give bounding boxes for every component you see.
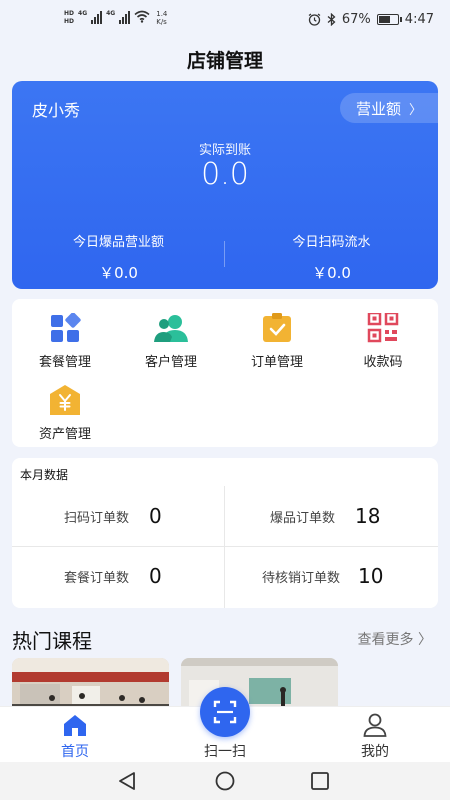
chevron-right-icon: 〉 (418, 632, 432, 648)
network-speed: 1.4 K/s (156, 10, 167, 26)
revenue-button[interactable]: 营业额 〉 (340, 93, 438, 123)
signal-icon (91, 10, 103, 24)
stat-pending-orders-value: 10 (358, 564, 384, 588)
battery-percent: 67% (341, 12, 371, 27)
speed-value: 1.4 (156, 10, 168, 18)
wifi-icon (134, 10, 150, 23)
stat-scan-orders-value: 0 (149, 504, 162, 528)
menu-item-package[interactable]: 套餐管理 (12, 313, 118, 370)
battery-icon (376, 14, 402, 25)
scan-button[interactable] (200, 687, 250, 737)
today-scan-flow-label: 今日扫码流水 (292, 235, 371, 250)
today-scan-flow-value: ￥0.0 (312, 264, 351, 282)
revenue-button-label: 营业额 (356, 99, 402, 118)
monthly-data-card: 本月数据 扫码订单数 0 爆品订单数 18 套餐订单数 0 待核销订单数 10 (12, 458, 438, 608)
user-profile-icon (363, 713, 387, 737)
menu-item-customer-label: 客户管理 (144, 355, 197, 370)
home-icon (64, 715, 86, 736)
speed-unit: K/s (156, 18, 167, 26)
hd-bottom: HD (64, 18, 75, 25)
stat-hot-orders[interactable]: 爆品订单数 18 (270, 504, 380, 528)
received-amount: 0.0 (201, 157, 249, 192)
hd-top: HD (64, 10, 75, 17)
see-more-label: 查看更多 (357, 632, 414, 648)
monthly-divider-horizontal (12, 546, 438, 547)
hot-courses-title: 热门课程 (12, 629, 92, 653)
bluetooth-icon (327, 13, 336, 26)
see-more-link[interactable]: 查看更多 〉 (358, 629, 432, 649)
back-icon[interactable] (119, 772, 135, 790)
network-type-1: 4G (78, 10, 88, 17)
stat-package-orders[interactable]: 套餐订单数 0 (64, 564, 162, 588)
tab-scan-label: 扫一扫 (204, 744, 246, 760)
recents-icon[interactable] (311, 772, 329, 790)
menu-item-asset[interactable]: 资产管理 (12, 385, 118, 442)
store-owner-name: 皮小秀 (32, 101, 81, 120)
package-grid-icon (51, 313, 81, 342)
today-hot-revenue-label: 今日爆品营业额 (72, 235, 164, 250)
management-menu: 套餐管理 客户管理 订单管理 收款码 资产管理 (12, 299, 438, 447)
scan-icon (213, 700, 237, 724)
customer-icon (154, 315, 188, 342)
status-left: HD HD 4G 4G 1.4 K/s (64, 10, 167, 26)
today-scan-flow: 今日扫码流水 ￥0.0 (225, 231, 438, 283)
monthly-divider-vertical (224, 486, 225, 608)
menu-item-order[interactable]: 订单管理 (224, 313, 330, 370)
stat-hot-orders-value: 18 (355, 504, 381, 528)
tab-home-label: 首页 (61, 744, 89, 760)
menu-item-customer[interactable]: 客户管理 (118, 313, 224, 370)
tab-mine[interactable]: 我的 (300, 707, 450, 763)
system-nav-buttons (119, 771, 329, 791)
battery-level (378, 16, 391, 23)
hd-indicator: HD HD (64, 10, 74, 26)
status-right: 67% 4:47 (308, 12, 434, 27)
clock: 4:47 (404, 12, 434, 27)
stat-pending-orders-label: 待核销订单数 (262, 570, 341, 586)
received-label: 实际到账 (198, 143, 251, 158)
monthly-data-title: 本月数据 (20, 468, 69, 482)
system-navigation-bar (0, 762, 450, 800)
stat-scan-orders[interactable]: 扫码订单数 0 (64, 504, 162, 528)
chevron-right-icon: 〉 (409, 102, 423, 118)
page-title: 店铺管理 (186, 50, 263, 72)
alarm-icon (308, 13, 321, 26)
revenue-summary-card: 皮小秀 营业额 〉 实际到账 0.0 今日爆品营业额 ￥0.0 今日扫码流水 ￥… (12, 81, 438, 289)
today-hot-revenue-value: ￥0.0 (99, 264, 138, 282)
order-clipboard-icon (263, 313, 291, 342)
asset-yen-icon (50, 385, 80, 415)
stat-package-orders-value: 0 (149, 564, 162, 588)
today-hot-revenue: 今日爆品营业额 ￥0.0 (12, 231, 225, 283)
menu-item-asset-label: 资产管理 (38, 427, 91, 442)
stat-package-orders-label: 套餐订单数 (64, 570, 130, 586)
tab-mine-label: 我的 (361, 744, 389, 760)
qr-code-icon (367, 313, 399, 343)
tab-home[interactable]: 首页 (0, 707, 150, 763)
menu-item-package-label: 套餐管理 (38, 355, 91, 370)
status-bar: HD HD 4G 4G 1.4 K/s 67% 4:47 (0, 0, 450, 40)
menu-item-qrcode-label: 收款码 (363, 355, 403, 370)
menu-item-qrcode[interactable]: 收款码 (330, 313, 436, 370)
stat-hot-orders-label: 爆品订单数 (270, 510, 336, 526)
network-type-2: 4G (106, 10, 116, 17)
home-circle-icon[interactable] (215, 771, 235, 791)
signal-icon-2 (119, 10, 131, 24)
menu-item-order-label: 订单管理 (250, 355, 303, 370)
stat-pending-orders[interactable]: 待核销订单数 10 (262, 564, 383, 588)
stat-scan-orders-label: 扫码订单数 (64, 510, 130, 526)
